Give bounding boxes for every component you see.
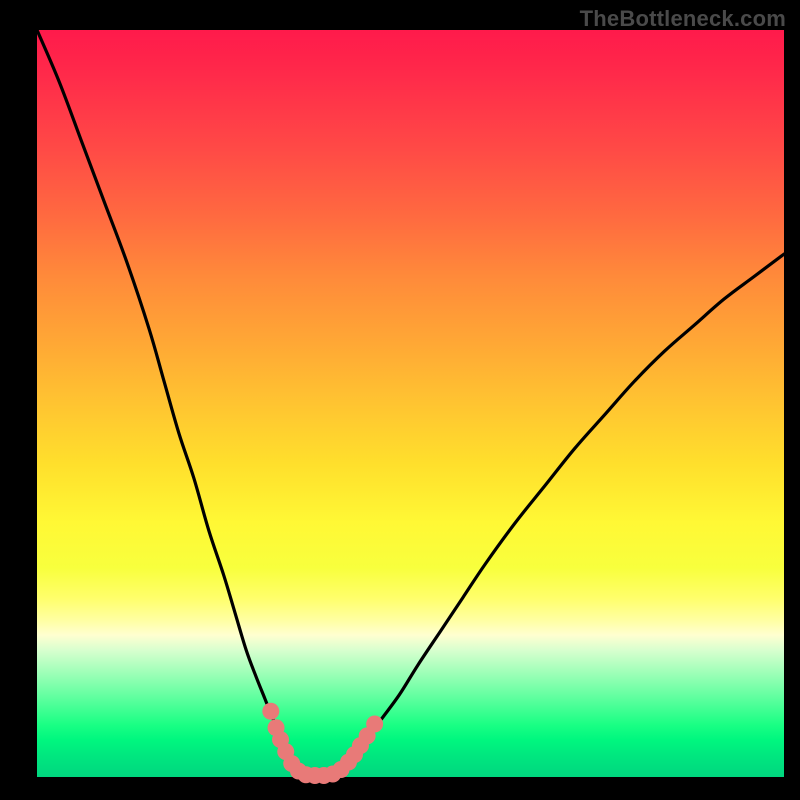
curve-marker	[366, 715, 383, 732]
bottleneck-curve-svg	[37, 30, 784, 777]
curve-markers-group	[262, 703, 383, 784]
curve-marker	[262, 703, 279, 720]
watermark-text: TheBottleneck.com	[580, 6, 786, 32]
chart-frame: TheBottleneck.com	[0, 0, 800, 800]
bottleneck-curve-line	[37, 30, 784, 777]
